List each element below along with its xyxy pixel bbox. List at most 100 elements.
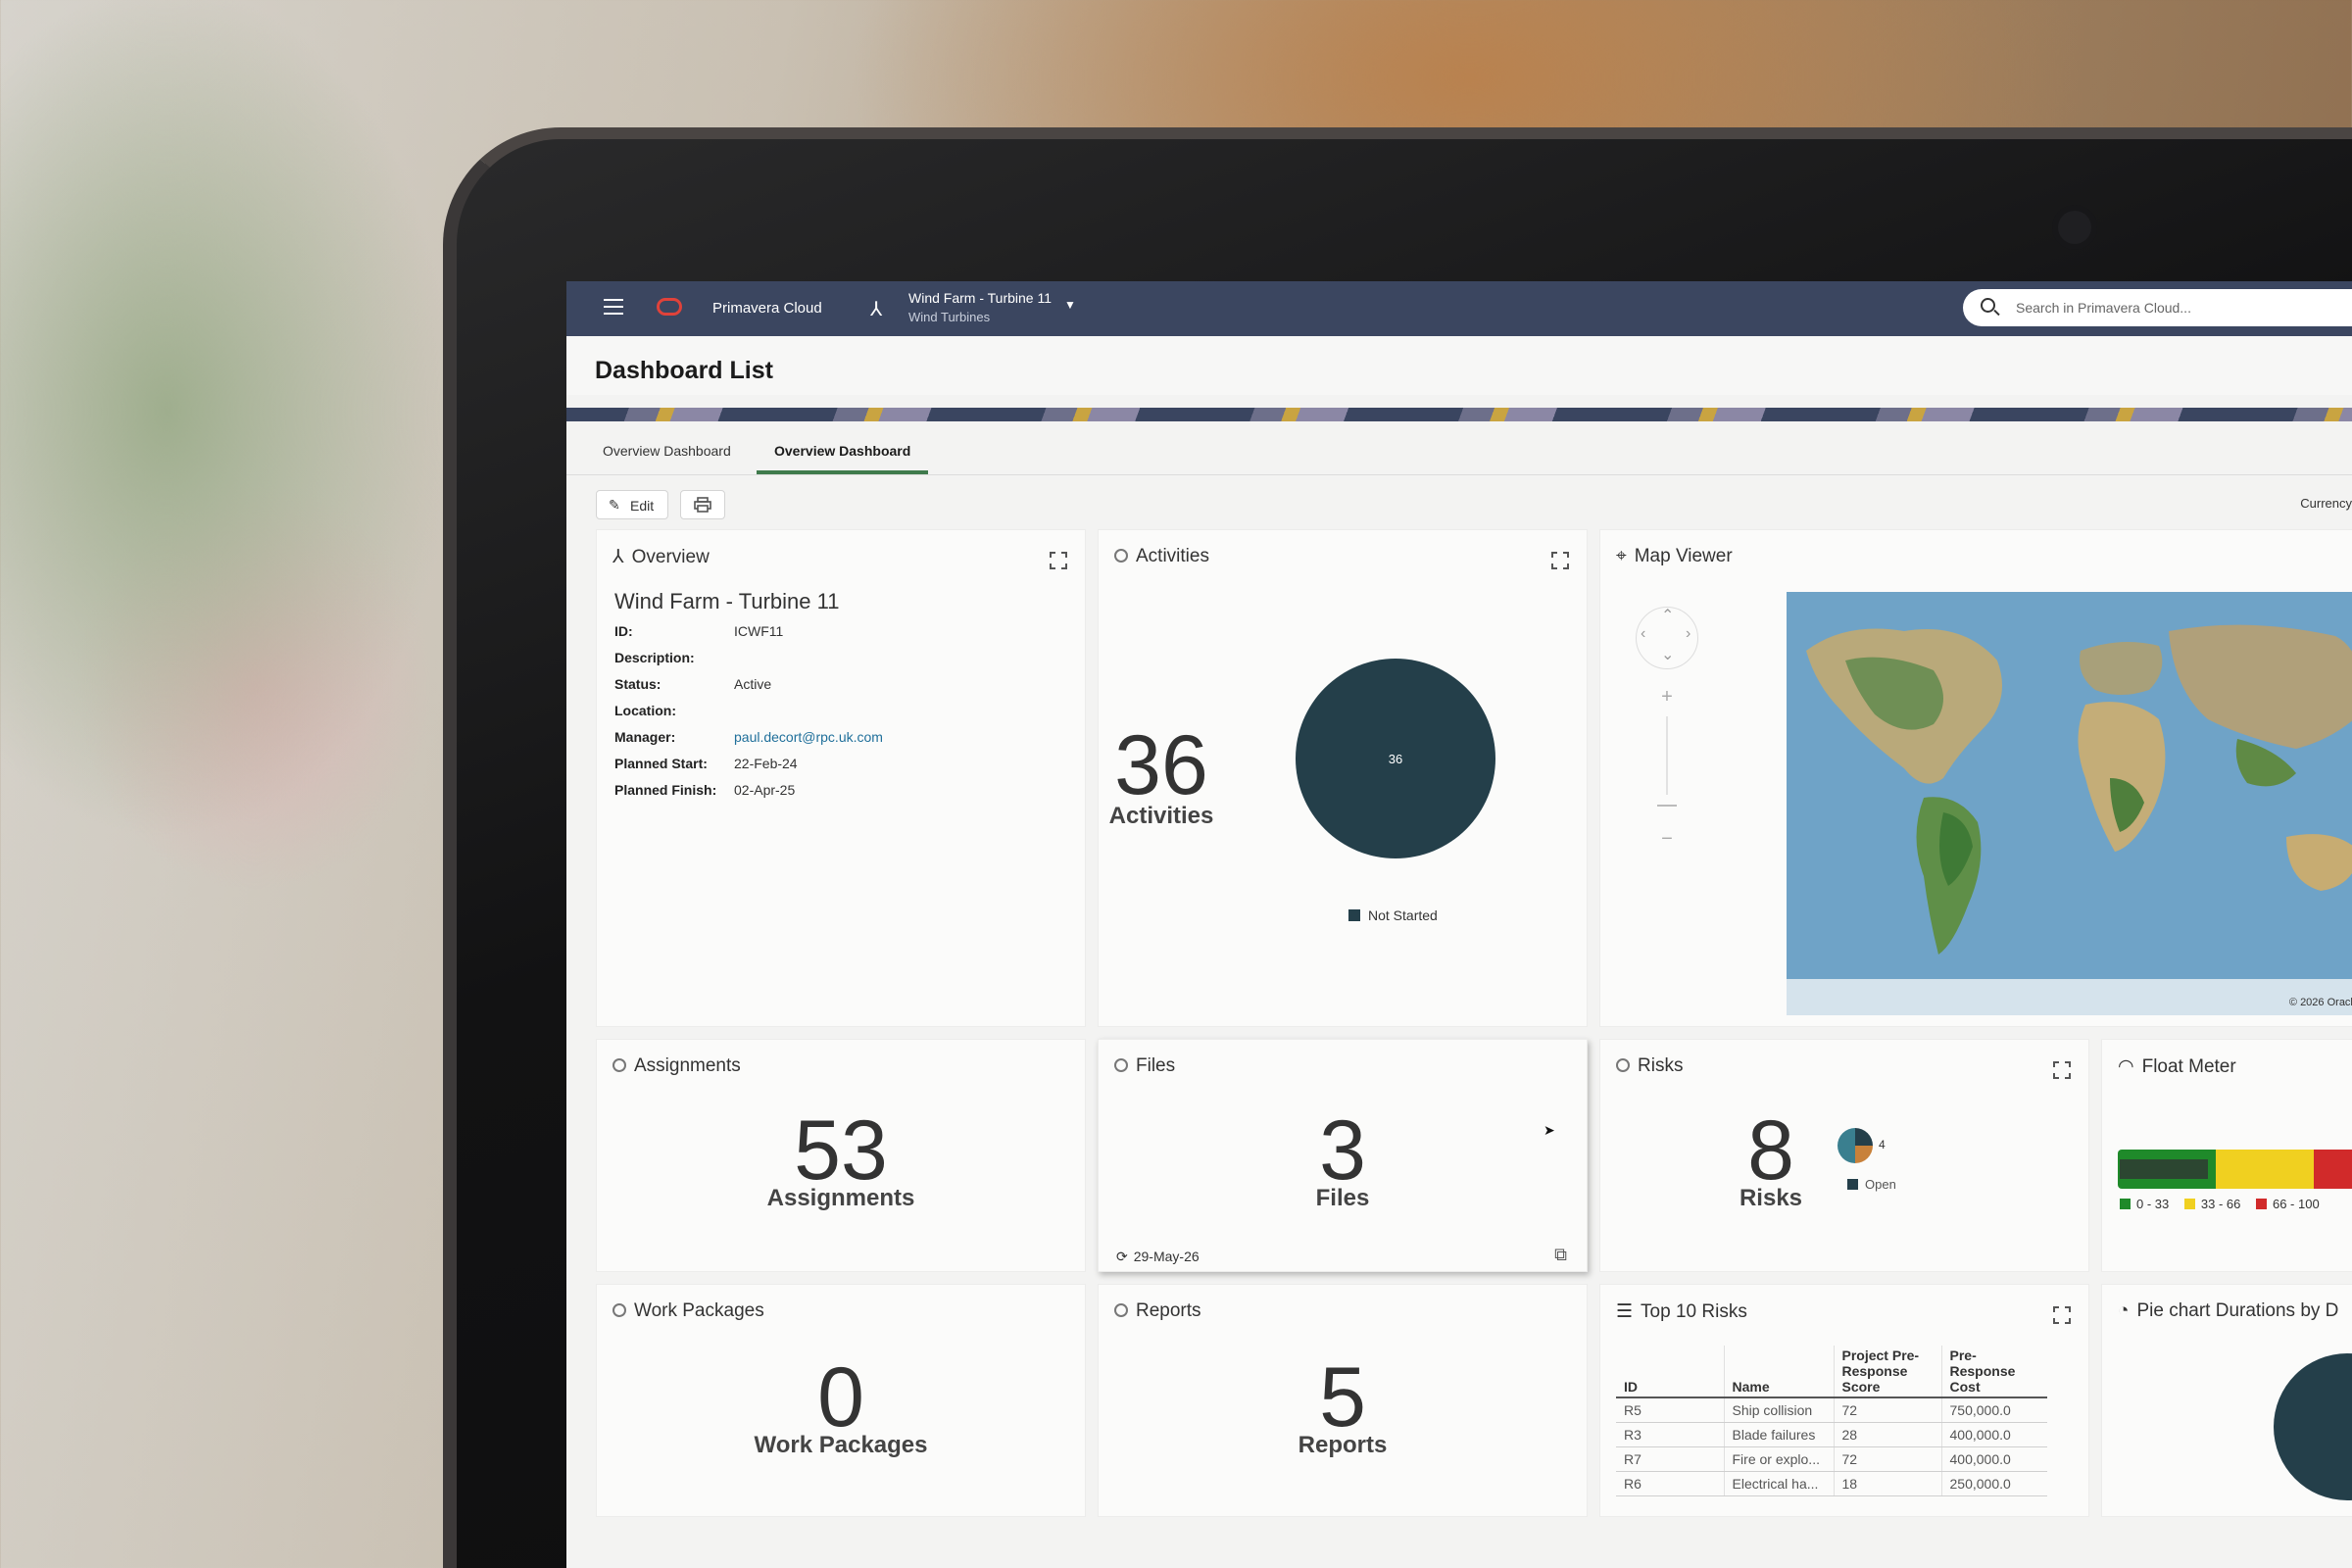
world-map[interactable] [1787,592,2352,1015]
expand-icon[interactable] [1050,552,1067,569]
zoom-in-icon[interactable]: + [1657,687,1677,707]
risks-legend: Open [1847,1177,1896,1192]
float-meter-bar [2118,1150,2352,1189]
column-header-id[interactable]: ID [1616,1346,1724,1398]
expand-icon[interactable] [1551,552,1569,569]
pan-up-icon[interactable]: ⌃ [1661,606,1674,625]
map-copyright: © 2026 Oracle [2288,997,2352,1008]
refresh-icon[interactable]: ⟳ [1116,1249,1128,1264]
files-label: Files [1315,1185,1370,1211]
work-packages-count[interactable]: 0 [597,1355,1085,1440]
print-button[interactable] [680,490,725,519]
info-icon [1114,1058,1128,1072]
zoom-slider-handle[interactable] [1657,805,1677,807]
field-planned-start: Planned Start: 22-Feb-24 [614,756,798,771]
hierarchy-icon: ⅄ [612,547,624,567]
pan-down-icon[interactable]: ⌄ [1661,645,1674,664]
float-meter-value-bar [2120,1159,2208,1179]
open-external-icon[interactable]: ⧉ [1554,1245,1567,1265]
float-meter-title-text: Float Meter [2141,1056,2236,1077]
assignments-count[interactable]: 53 [597,1108,1085,1193]
tab-overview-dashboard-2[interactable]: Overview Dashboard [757,443,929,474]
project-title[interactable]: Wind Farm - Turbine 11 [908,290,1052,306]
overview-card-title: ⅄ Overview [612,546,710,568]
edit-button[interactable]: ✎ Edit [596,490,668,519]
risks-count[interactable]: 8 [1527,1108,2015,1193]
activities-card-title: Activities [1114,546,1209,567]
float-meter-legend: 0 - 33 33 - 66 66 - 100 [2120,1197,2320,1211]
cell-cost: 400,000.0 [1940,1446,2047,1472]
work-packages-card-title: Work Packages [612,1300,764,1322]
zoom-out-icon[interactable]: − [1657,829,1677,849]
field-label: Planned Finish: [614,782,717,798]
reports-card: Reports 5 Reports [1098,1284,1588,1517]
risks-label: Risks [1739,1185,1803,1211]
dashboard-tabs: Overview Dashboard Overview Dashboard [566,421,2352,475]
cell-id: R6 [1616,1471,1724,1496]
reports-card-title: Reports [1114,1300,1201,1322]
pan-right-icon[interactable]: › [1686,625,1690,643]
map-pan-control[interactable]: ⌃ ⌄ ‹ › [1636,607,1698,669]
tab-overview-dashboard-1[interactable]: Overview Dashboard [603,443,731,470]
pie-slice-3[interactable] [1838,1128,1855,1163]
float-meter-card-title: ◠ Float Meter [2118,1055,2236,1078]
column-header-name[interactable]: Name [1723,1346,1834,1398]
search-input[interactable]: Search in Primavera Cloud... [1963,289,2352,326]
field-id: ID: ICWF11 [614,623,783,639]
legend-swatch [1847,1179,1858,1190]
map-viewer-card-title: ⌖ Map Viewer [1616,546,1733,567]
risks-pie-chart[interactable] [1836,1126,1875,1165]
field-label: Description: [614,650,695,665]
app-name[interactable]: Primavera Cloud [712,300,822,317]
cell-cost: 750,000.0 [1940,1397,2047,1423]
risks-title-text: Risks [1638,1055,1684,1076]
overview-title-text: Overview [631,547,710,567]
project-name: Wind Farm - Turbine 11 [614,589,840,613]
column-header-score[interactable]: Project Pre-Response Score [1833,1346,1941,1398]
assignments-card: Assignments 53 Assignments [596,1039,1086,1272]
info-icon [612,1303,626,1317]
files-updated: ⟳ 29-May-26 [1116,1249,1200,1265]
cell-score: 28 [1833,1422,1941,1447]
reports-count[interactable]: 5 [1099,1355,1587,1440]
page-title: Dashboard List [595,357,773,384]
pie-slice-2[interactable] [1855,1146,1873,1163]
manager-email-link[interactable]: paul.decort@rpc.uk.com [734,729,883,745]
legend-swatch [1348,909,1360,921]
table-row[interactable]: R3 Blade failures 28 400,000.0 [1616,1422,2047,1447]
files-title-text: Files [1136,1055,1176,1076]
expand-icon[interactable] [2053,1306,2071,1324]
top-risks-card: ☰ Top 10 Risks ID Name Project Pre-Respon… [1599,1284,2089,1517]
risks-pie-value: 4 [1879,1138,1886,1152]
field-label: Location: [614,703,676,718]
column-header-cost[interactable]: Pre-Response Cost [1940,1346,2047,1398]
pie-slice-1[interactable] [1855,1128,1873,1146]
durations-pie-chart[interactable] [2274,1353,2352,1500]
work-packages-card: Work Packages 0 Work Packages [596,1284,1086,1517]
table-row[interactable]: R7 Fire or explo... 72 400,000.0 [1616,1446,2047,1472]
menu-icon[interactable] [604,299,623,315]
pie-durations-title-text: Pie chart Durations by D [2136,1300,2339,1321]
zoom-slider-track[interactable] [1666,716,1668,795]
field-location: Location: [614,703,734,718]
activities-pie-chart[interactable]: 36 [1293,656,1498,861]
location-pin-icon: ⌖ [1616,546,1627,566]
info-icon [1616,1058,1630,1072]
field-value: 22-Feb-24 [734,756,798,771]
table-row[interactable]: R5 Ship collision 72 750,000.0 [1616,1397,2047,1423]
table-row[interactable]: R6 Electrical ha... 18 250,000.0 [1616,1471,2047,1496]
map-viewer-card: ⌖ Map Viewer ⌃ ⌄ ‹ › + − © 2026 Oracle [1599,529,2352,1027]
legend-label: Open [1865,1177,1896,1192]
pan-left-icon[interactable]: ‹ [1641,625,1645,643]
cell-score: 72 [1833,1397,1941,1423]
top-risks-table-wrap[interactable]: ID Name Project Pre-Response Score Pre-R… [1616,1346,2047,1502]
chevron-down-icon[interactable]: ▼ [1064,298,1076,312]
search-placeholder: Search in Primavera Cloud... [2016,300,2191,316]
project-subtitle: Wind Turbines [908,310,991,324]
currency-label[interactable]: Currency [2300,496,2352,511]
cell-name: Blade failures [1723,1422,1834,1447]
files-count[interactable]: 3 [1099,1108,1587,1193]
field-label: Manager: [614,729,676,745]
expand-icon[interactable] [2053,1061,2071,1079]
top-risks-card-title: ☰ Top 10 Risks [1616,1300,1747,1323]
